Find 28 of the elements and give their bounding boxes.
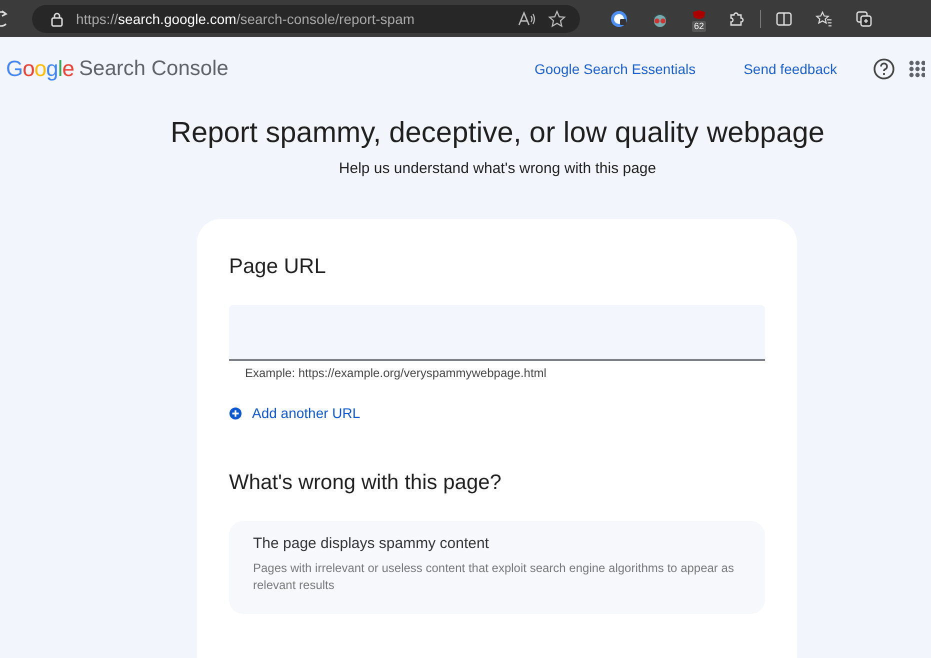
favorites-icon[interactable]	[815, 10, 834, 28]
collections-icon[interactable]	[855, 10, 874, 28]
address-bar[interactable]: https://search.google.com/search-console/report-spam	[32, 4, 580, 32]
product-name: Search Console	[79, 57, 228, 81]
url-text: https://search.google.com/search-console/report-spam	[76, 10, 415, 26]
option-description: Pages with irrelevant or useless content that exploit search engine algorithms to appear as relevant results	[253, 560, 735, 594]
read-aloud-icon[interactable]	[518, 10, 536, 26]
section-heading: What's wrong with this page?	[229, 471, 502, 495]
page-subtitle: Help us understand what's wrong with this page	[338, 160, 658, 177]
apps-grid-icon[interactable]	[909, 60, 925, 78]
option-title: The page displays spammy content	[253, 535, 490, 552]
split-screen-icon[interactable]	[775, 10, 794, 28]
help-icon[interactable]	[873, 58, 895, 80]
google-logo[interactable]: Google	[6, 56, 74, 82]
add-icon[interactable]	[229, 406, 242, 420]
puzzle-icon[interactable]	[728, 10, 746, 28]
field-hint: Example: https://example.org/veryspammywebpage.html	[245, 366, 548, 380]
option-card[interactable]: The page displays spammy content Pages with irrelevant or useless content that exploit search engine algorithms to appear as relevant results	[229, 521, 765, 614]
extension-icon[interactable]	[610, 10, 628, 28]
add-url-link[interactable]: Add another URL	[252, 405, 360, 421]
header-link[interactable]: Google Search Essentials	[534, 61, 696, 77]
star-icon[interactable]	[548, 10, 566, 28]
section-heading: Page URL	[229, 255, 327, 279]
lock-icon[interactable]	[50, 10, 64, 26]
url-input-field[interactable]	[229, 305, 765, 361]
header-link[interactable]: Send feedback	[744, 61, 837, 77]
page-title: Report spammy, deceptive, or low quality webpage	[170, 117, 826, 150]
extension-badge: 62	[692, 20, 706, 32]
